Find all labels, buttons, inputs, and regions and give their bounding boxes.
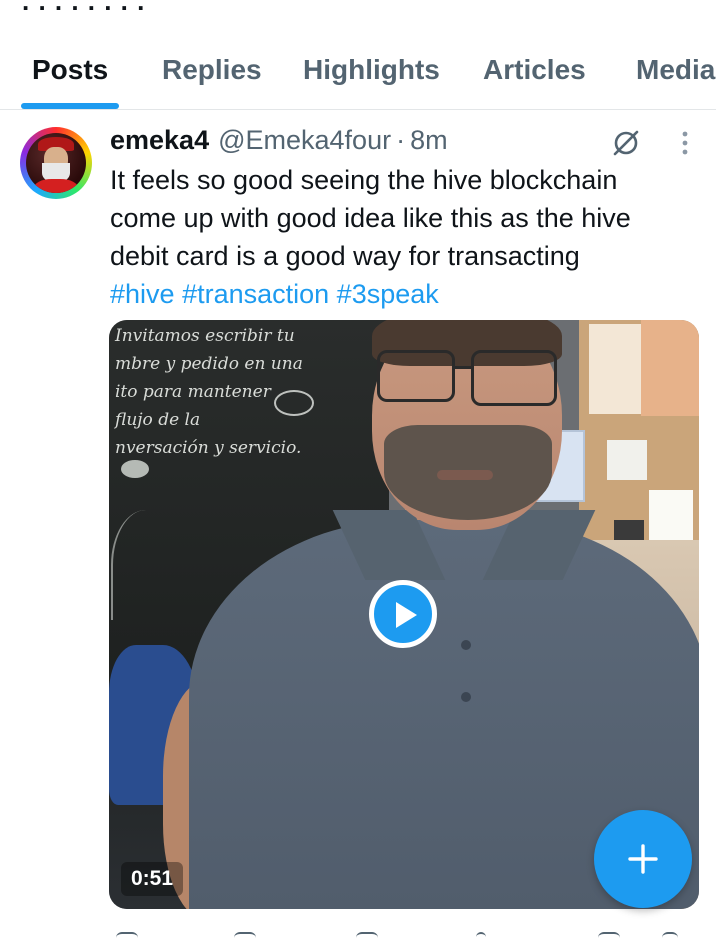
shirt-button [461, 640, 471, 650]
glasses-lens [471, 350, 557, 406]
chalk-leaf-drawing [111, 510, 181, 620]
like-icon[interactable] [356, 932, 378, 946]
reply-icon[interactable] [116, 932, 138, 946]
views-icon[interactable] [476, 932, 486, 946]
plus-icon [628, 844, 658, 874]
chalk-blob-drawing [121, 460, 149, 478]
active-tab-indicator [21, 103, 119, 109]
tab-posts[interactable]: Posts [32, 54, 108, 86]
hashtag-link[interactable]: #3speak [337, 279, 439, 309]
user-handle[interactable]: @Emeka4four [218, 125, 391, 156]
hashtag-link[interactable]: #transaction [182, 279, 329, 309]
tab-media[interactable]: Media [636, 54, 715, 86]
shirt-button [461, 692, 471, 702]
more-vertical-icon[interactable] [674, 129, 696, 157]
background-note [607, 440, 647, 480]
chalk-eye-drawing [274, 390, 314, 416]
background-poster [589, 324, 641, 414]
glasses-lens [377, 350, 455, 402]
bookmark-icon[interactable] [598, 932, 620, 946]
video-duration: 0:51 [121, 862, 184, 896]
avatar[interactable] [20, 127, 92, 199]
play-button[interactable] [369, 580, 437, 648]
share-icon[interactable] [662, 932, 678, 946]
post-timestamp[interactable]: 8m [410, 125, 448, 156]
background-note [649, 490, 693, 540]
compose-fab-button[interactable] [594, 810, 692, 908]
background-poster [641, 320, 699, 416]
glasses-bridge [454, 366, 472, 369]
separator-dot: · [396, 125, 406, 155]
post-hashtags: #hive #transaction #3speak [110, 275, 439, 313]
post-header: emeka4 @Emeka4four · 8m [110, 125, 448, 157]
tab-articles[interactable]: Articles [483, 54, 586, 86]
repost-icon[interactable] [234, 932, 256, 946]
tab-highlights[interactable]: Highlights [303, 54, 440, 86]
profile-tabs: Posts Replies Highlights Articles Media [0, 30, 716, 110]
hashtag-link[interactable]: #hive [110, 279, 175, 309]
post-action-bar [0, 928, 716, 949]
scrolled-header-fragment: . . . . . . . . [0, 0, 716, 12]
display-name[interactable]: emeka4 [110, 125, 209, 156]
person-mouth [437, 470, 493, 480]
tab-replies[interactable]: Replies [162, 54, 262, 86]
chalkboard-text: Invitamos escribir tu mbre y pedido en u… [115, 326, 303, 458]
post-text: It feels so good seeing the hive blockch… [110, 165, 631, 271]
play-icon [396, 602, 417, 628]
grok-slash-circle-icon[interactable] [610, 127, 642, 159]
